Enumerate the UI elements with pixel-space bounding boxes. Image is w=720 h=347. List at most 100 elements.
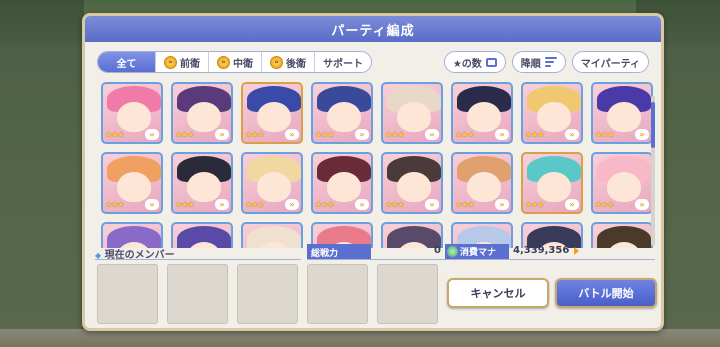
member-slot[interactable] [307, 264, 368, 324]
rank-chevron-icon: » [355, 199, 369, 210]
character-card[interactable]: ★★★ » [171, 82, 233, 144]
grid-scrollbar[interactable] [651, 96, 655, 246]
rank-chevron-icon: » [635, 129, 649, 140]
character-card[interactable]: ★★★ » [311, 82, 373, 144]
star-rating: ★★★ [595, 200, 614, 209]
character-card[interactable]: ★★★ » [451, 152, 513, 214]
dialog-title: パーティ編成 [85, 16, 661, 42]
rank-chevron-icon: » [425, 199, 439, 210]
member-slot[interactable] [377, 264, 438, 324]
star-rating: ★★★ [105, 200, 124, 209]
character-face [607, 172, 641, 202]
character-card[interactable]: ★★★ » [101, 82, 163, 144]
character-card[interactable]: ★★★ » [101, 152, 163, 214]
star-rating: ★★★ [455, 200, 474, 209]
character-card[interactable] [171, 222, 233, 248]
character-grid: ★★★ » ★★★ » ★★★ » ★★★ » ★★★ » ★★★ » ★★★ » ★★★ » ★★★ » ★★★ »… [97, 78, 653, 248]
sort-by-label: ★の数 [452, 58, 482, 70]
character-card[interactable] [101, 222, 163, 248]
current-members-label: 現在のメンバー [104, 250, 175, 261]
rank-chevron-icon: » [495, 199, 509, 210]
character-face [257, 102, 291, 132]
member-slot[interactable] [97, 264, 158, 324]
character-card[interactable]: ★★★ » [381, 152, 443, 214]
my-party-button[interactable]: マイパーティ [571, 51, 649, 73]
mana-icon [447, 246, 458, 257]
tab-4[interactable]: サポート [315, 52, 371, 72]
role-filter-tabs: 全て» 前衛» 中衛» 後衛 サポート [97, 51, 372, 73]
sort-order-icon [544, 57, 557, 67]
rank-chevron-icon: » [635, 199, 649, 210]
tab-1[interactable]: » 前衛 [156, 52, 209, 72]
order-button[interactable]: 降順 [511, 51, 566, 73]
cancel-button[interactable]: キャンセル [447, 278, 549, 308]
total-power-label: 総戦力 [307, 244, 371, 259]
current-members-header: ◆ 現在のメンバー [95, 246, 301, 261]
character-card[interactable] [591, 222, 653, 248]
star-rating: ★★★ [385, 130, 404, 139]
diamond-icon: ◆ [95, 251, 102, 260]
divider [307, 259, 655, 260]
tab-label: 全て [116, 58, 137, 70]
rank-chevron-icon: » [355, 129, 369, 140]
role-icon: » [270, 55, 283, 69]
rank-chevron-icon: » [495, 129, 509, 140]
tab-label: 前衛 [180, 58, 200, 70]
sort-by-button[interactable]: ★の数 [443, 51, 506, 73]
tab-3[interactable]: » 後衛 [262, 52, 315, 72]
my-party-label: マイパーティ [580, 58, 640, 70]
character-card[interactable]: ★★★ » [241, 152, 303, 214]
total-power-value: 0 [434, 245, 441, 256]
character-face [537, 102, 571, 132]
role-icon: » [217, 55, 230, 69]
character-card[interactable]: ★★★ » [521, 152, 583, 214]
tab-label: 中衛 [233, 58, 253, 70]
role-icon: » [164, 55, 177, 69]
character-face [187, 172, 221, 202]
mana-arrow-icon [574, 247, 579, 255]
star-rating: ★★★ [245, 130, 264, 139]
character-card[interactable]: ★★★ » [591, 82, 653, 144]
character-card[interactable]: ★★★ » [521, 82, 583, 144]
rank-chevron-icon: » [215, 199, 229, 210]
star-rating: ★★★ [385, 200, 404, 209]
rank-chevron-icon: » [145, 199, 159, 210]
tab-label: 後衛 [286, 58, 306, 70]
character-card[interactable]: ★★★ » [171, 152, 233, 214]
battle-start-button[interactable]: バトル開始 [555, 278, 657, 308]
star-rating: ★★★ [175, 200, 194, 209]
character-card[interactable] [241, 222, 303, 248]
star-rating: ★★★ [315, 200, 334, 209]
character-card[interactable]: ★★★ » [311, 152, 373, 214]
rank-chevron-icon: » [285, 129, 299, 140]
character-face [397, 102, 431, 132]
character-face [257, 172, 291, 202]
party-edit-dialog: パーティ編成 全て» 前衛» 中衛» 後衛 サポート ★の数 降順 マイパーティ ★★★… [82, 13, 664, 331]
sort-controls: ★の数 降順 マイパーティ [443, 51, 649, 73]
star-rating: ★★★ [595, 130, 614, 139]
rank-chevron-icon: » [565, 129, 579, 140]
rank-chevron-icon: » [215, 129, 229, 140]
mana-cost-value: 4,339,356 [513, 245, 570, 256]
rank-chevron-icon: » [285, 199, 299, 210]
character-card[interactable]: ★★★ » [451, 82, 513, 144]
member-slot[interactable] [237, 264, 298, 324]
character-face [607, 102, 641, 132]
star-rating: ★★★ [105, 130, 124, 139]
scrollbar-thumb[interactable] [651, 102, 655, 148]
tab-0[interactable]: 全て [98, 52, 156, 72]
tab-2[interactable]: » 中衛 [209, 52, 262, 72]
character-face [187, 102, 221, 132]
tab-label: サポート [323, 58, 363, 70]
character-card[interactable]: ★★★ » [591, 152, 653, 214]
character-face [467, 172, 501, 202]
character-face [327, 172, 361, 202]
star-rating: ★★★ [245, 200, 264, 209]
mana-cost-label-box: 消費マナ [445, 244, 509, 259]
star-rating: ★★★ [525, 130, 544, 139]
character-face [537, 172, 571, 202]
member-slot[interactable] [167, 264, 228, 324]
character-card[interactable]: ★★★ » [241, 82, 303, 144]
character-card[interactable]: ★★★ » [381, 82, 443, 144]
mana-cost-label: 消費マナ [460, 248, 497, 258]
